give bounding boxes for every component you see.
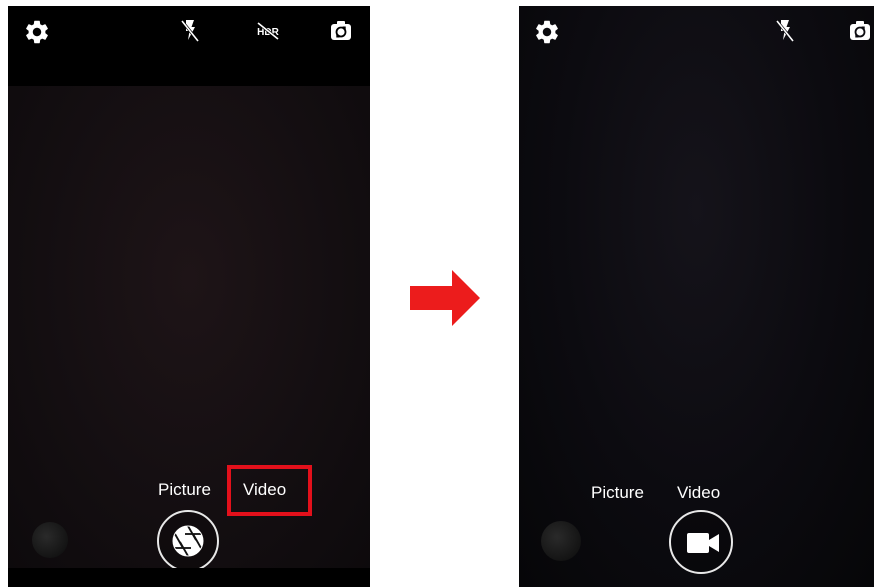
top-toolbar: HDR [8, 6, 370, 86]
record-button[interactable] [669, 510, 733, 574]
transition-arrow [410, 268, 482, 328]
bottom-bar [8, 568, 370, 587]
flash-off-icon[interactable] [774, 18, 796, 44]
highlight-box-video [227, 465, 312, 516]
aperture-icon [171, 524, 205, 558]
mode-picture-label[interactable]: Picture [591, 483, 644, 503]
shutter-button[interactable] [157, 510, 219, 572]
hdr-off-icon[interactable]: HDR [253, 20, 283, 42]
top-toolbar [519, 6, 874, 66]
camera-screen-before: HDR Picture Video [8, 6, 370, 587]
gear-icon[interactable] [533, 18, 561, 46]
camera-switch-icon[interactable] [330, 20, 352, 42]
gear-icon[interactable] [23, 18, 51, 46]
gallery-thumbnail[interactable] [541, 521, 581, 561]
gallery-thumbnail[interactable] [32, 522, 68, 558]
mode-picture-label[interactable]: Picture [158, 480, 211, 500]
mode-video-label[interactable]: Video [677, 483, 720, 503]
video-camera-icon [686, 531, 720, 555]
camera-switch-icon[interactable] [849, 20, 871, 42]
camera-screen-after: Picture Video [519, 6, 874, 587]
flash-off-icon[interactable] [179, 18, 201, 44]
